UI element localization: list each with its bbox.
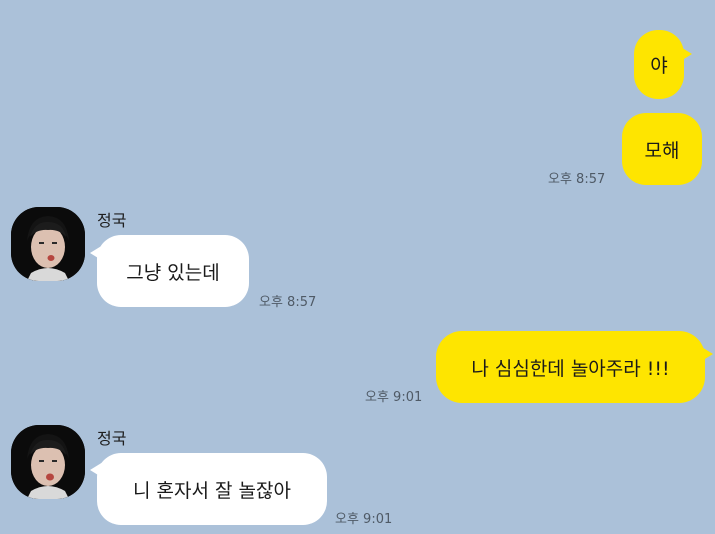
- profile-photo-icon: [11, 425, 85, 499]
- my-message-bubble[interactable]: 모해: [622, 113, 702, 185]
- my-message-bubble[interactable]: 나 심심한데 놀아주라 !!!: [436, 331, 705, 403]
- message-time: 오후 8:57: [259, 295, 317, 310]
- message-text: 모해: [644, 139, 680, 162]
- message-text: 야: [650, 55, 668, 77]
- other-message-bubble[interactable]: 니 혼자서 잘 놀잖아: [97, 453, 327, 525]
- message-text: 니 혼자서 잘 놀잖아: [133, 479, 291, 502]
- profile-photo-icon: [11, 207, 85, 281]
- message-time: 오후 8:57: [548, 172, 606, 187]
- avatar[interactable]: [11, 207, 85, 281]
- message-time: 오후 9:01: [365, 390, 423, 405]
- my-message-bubble[interactable]: 야: [634, 30, 684, 99]
- other-message-bubble[interactable]: 그냥 있는데: [97, 235, 249, 307]
- message-time: 오후 9:01: [335, 512, 393, 527]
- message-text: 그냥 있는데: [126, 261, 220, 284]
- sender-name: 정국: [97, 429, 127, 448]
- sender-name: 정국: [97, 211, 127, 230]
- avatar[interactable]: [11, 425, 85, 499]
- message-text: 나 심심한데 놀아주라 !!!: [471, 357, 670, 380]
